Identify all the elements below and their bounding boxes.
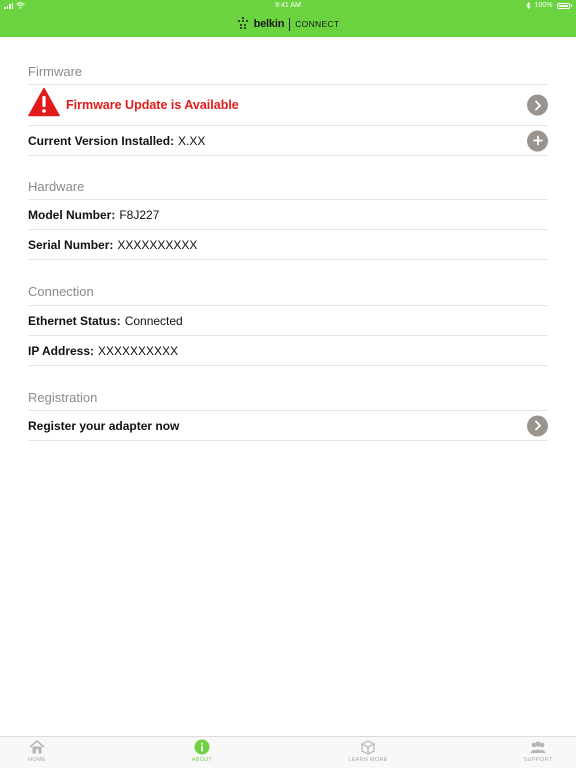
- section-title-registration: Registration: [28, 390, 98, 405]
- section-title-hardware: Hardware: [28, 179, 85, 194]
- section-title-connection: Connection: [28, 284, 94, 299]
- ethernet-value: Connected: [124, 313, 183, 328]
- ip-address-row: IP Address: XXXXXXXXXX: [28, 336, 548, 366]
- tab-home[interactable]: HOME: [7, 739, 67, 763]
- status-bar: 9:41 AM 100%: [0, 0, 576, 12]
- serial-number-row: Serial Number: XXXXXXXXXX: [28, 230, 548, 260]
- register-adapter-row[interactable]: Register your adapter now: [28, 410, 548, 441]
- model-number-row: Model Number: F8J227: [28, 199, 548, 230]
- home-icon: [29, 740, 45, 754]
- brand-name: belkin: [253, 18, 285, 30]
- tab-support[interactable]: SUPPORT: [508, 739, 568, 763]
- battery-percent: 100%: [534, 2, 553, 9]
- firmware-update-text: Firmware Update is Available: [66, 98, 239, 112]
- section-title-firmware: Firmware: [28, 64, 83, 79]
- model-value: F8J227: [119, 207, 160, 222]
- tab-bar: HOME ABOUT LEARN MORE SUPPORT: [0, 736, 576, 768]
- status-right: 100%: [525, 2, 572, 9]
- tab-about-label: ABOUT: [191, 757, 213, 763]
- battery-tip: [570, 4, 572, 7]
- warning-icon: [28, 87, 60, 117]
- people-icon: [530, 741, 546, 753]
- tab-support-label: SUPPORT: [523, 757, 553, 763]
- belkin-logo-icon: [237, 17, 249, 31]
- info-icon: [194, 739, 210, 755]
- tab-learn-more-label: LEARN MORE: [348, 757, 388, 763]
- serial-value: XXXXXXXXXX: [117, 237, 198, 252]
- ethernet-label: Ethernet Status:: [28, 313, 121, 328]
- current-version-row: Current Version Installed: X.XX: [28, 126, 548, 156]
- app-header: 9:41 AM 100% belkin CONNECT: [0, 0, 576, 37]
- brand-logo: belkin CONNECT: [0, 14, 576, 34]
- register-chevron-icon[interactable]: [527, 415, 548, 436]
- register-text: Register your adapter now: [28, 418, 180, 433]
- firmware-update-row[interactable]: Firmware Update is Available: [28, 84, 548, 126]
- battery-icon: [556, 2, 570, 9]
- ethernet-status-row: Ethernet Status: Connected: [28, 305, 548, 336]
- serial-label: Serial Number:: [28, 237, 114, 252]
- tab-learn-more[interactable]: LEARN MORE: [338, 739, 398, 763]
- firmware-update-chevron-icon[interactable]: [527, 94, 548, 116]
- brand-product: CONNECT: [295, 19, 340, 29]
- expand-plus-icon[interactable]: [527, 130, 548, 151]
- version-value: X.XX: [178, 133, 206, 148]
- tab-home-label: HOME: [28, 757, 46, 763]
- brand-divider: [289, 17, 291, 31]
- ip-label: IP Address:: [28, 343, 95, 358]
- model-label: Model Number:: [28, 207, 116, 222]
- tab-about[interactable]: ABOUT: [172, 739, 232, 763]
- version-label: Current Version Installed:: [28, 133, 175, 148]
- box-icon: [361, 740, 375, 755]
- ip-value: XXXXXXXXXX: [98, 343, 179, 358]
- bluetooth-icon: [525, 2, 531, 9]
- status-time: 9:41 AM: [275, 2, 301, 9]
